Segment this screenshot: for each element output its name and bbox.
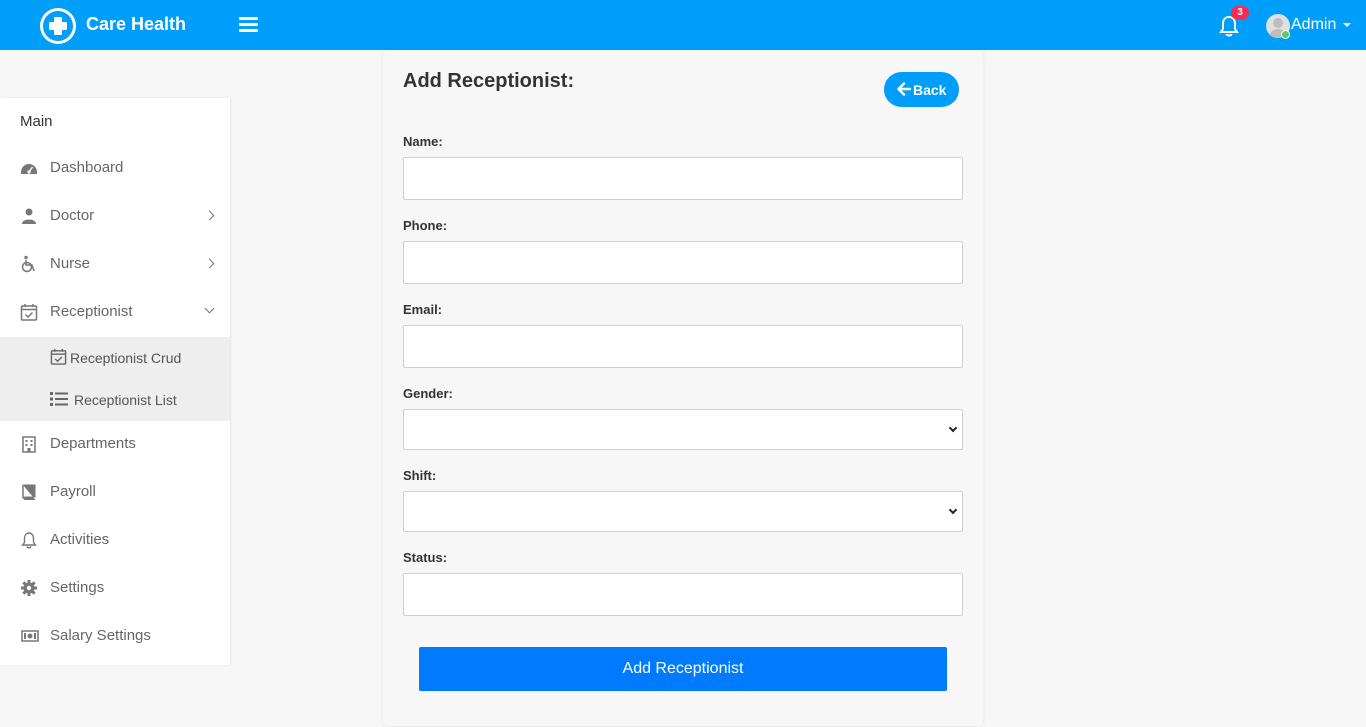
doctor-icon bbox=[22, 208, 36, 224]
sidebar-item-label: Payroll bbox=[50, 483, 96, 500]
chevron-right-icon bbox=[204, 210, 215, 221]
shift-select[interactable] bbox=[403, 491, 963, 532]
chevron-down-icon bbox=[948, 505, 958, 515]
name-input[interactable] bbox=[403, 157, 963, 200]
receptionist-submenu: Receptionist Crud Receptionist List bbox=[0, 337, 230, 421]
sidebar-item-label: Doctor bbox=[50, 207, 95, 224]
sidebar-item-departments[interactable]: Departments bbox=[0, 420, 230, 468]
logo-icon[interactable] bbox=[40, 8, 76, 44]
wheelchair-icon bbox=[21, 255, 35, 273]
chevron-down-icon bbox=[204, 303, 215, 314]
sidebar-menu-title: Main bbox=[20, 113, 53, 130]
email-input[interactable] bbox=[403, 325, 963, 368]
bell-icon bbox=[21, 532, 37, 549]
submenu-item-receptionist-list[interactable]: Receptionist List bbox=[0, 379, 230, 421]
notification-badge: 3 bbox=[1231, 6, 1249, 20]
sidebar-item-label: Dashboard bbox=[50, 159, 124, 176]
email-label: Email: bbox=[403, 302, 443, 317]
sidebar-item-label: Departments bbox=[50, 435, 136, 452]
sidebar-item-label: Activities bbox=[50, 531, 110, 548]
online-status-icon bbox=[1281, 30, 1290, 39]
shift-label: Shift: bbox=[403, 468, 437, 483]
menu-toggle-icon[interactable] bbox=[239, 16, 258, 34]
phone-input[interactable] bbox=[403, 241, 963, 284]
user-name: Admin bbox=[1291, 16, 1337, 33]
sidebar-item-receptionist[interactable]: Receptionist bbox=[0, 288, 230, 336]
brand-name[interactable]: Care Health bbox=[86, 14, 186, 35]
phone-label: Phone: bbox=[403, 218, 448, 233]
back-button[interactable]: Back bbox=[884, 72, 959, 107]
calendar-check-icon bbox=[20, 304, 38, 321]
back-button-label: Back bbox=[913, 82, 947, 98]
gender-select[interactable] bbox=[403, 409, 963, 450]
arrow-left-icon bbox=[897, 82, 911, 96]
top-header: Care Health 3 Admin bbox=[0, 0, 1366, 50]
caret-down-icon bbox=[1343, 23, 1351, 27]
status-label: Status: bbox=[403, 550, 448, 565]
sidebar-item-dashboard[interactable]: Dashboard bbox=[0, 144, 230, 192]
sidebar-item-activities[interactable]: Activities bbox=[0, 516, 230, 564]
submenu-item-label: Receptionist Crud bbox=[70, 350, 182, 366]
sidebar-item-label: Salary Settings bbox=[50, 627, 151, 644]
sidebar-item-doctor[interactable]: Doctor bbox=[0, 192, 230, 240]
gear-icon bbox=[21, 580, 37, 596]
sidebar-item-label: Settings bbox=[50, 579, 105, 596]
sidebar: Main Dashboard Doctor Nurse Receptionist… bbox=[0, 98, 230, 665]
user-menu[interactable]: Admin bbox=[1266, 12, 1356, 40]
list-icon bbox=[50, 392, 68, 406]
money-bill-icon bbox=[21, 630, 39, 642]
page-title: Add Receptionist: bbox=[403, 70, 575, 92]
sidebar-item-nurse[interactable]: Nurse bbox=[0, 240, 230, 288]
submenu-item-label: Receptionist List bbox=[74, 392, 177, 408]
add-receptionist-button[interactable]: Add Receptionist bbox=[419, 647, 947, 691]
dashboard-icon bbox=[21, 164, 37, 174]
hospital-icon bbox=[22, 436, 36, 453]
book-icon bbox=[22, 484, 36, 500]
sidebar-item-settings[interactable]: Settings bbox=[0, 564, 230, 612]
chevron-right-icon bbox=[204, 258, 215, 269]
add-receptionist-card: Add Receptionist: Back Name: Phone: Emai… bbox=[383, 50, 983, 726]
gender-label: Gender: bbox=[403, 386, 453, 401]
sidebar-item-salary-settings[interactable]: Salary Settings bbox=[0, 612, 230, 660]
sidebar-item-label: Receptionist bbox=[50, 303, 133, 320]
status-input[interactable] bbox=[403, 573, 963, 616]
submenu-item-receptionist-crud[interactable]: Receptionist Crud bbox=[0, 337, 230, 379]
calendar-check-icon bbox=[50, 348, 67, 365]
chevron-down-icon bbox=[948, 423, 958, 433]
sidebar-item-label: Nurse bbox=[50, 255, 91, 272]
sidebar-item-payroll[interactable]: Payroll bbox=[0, 468, 230, 516]
name-label: Name: bbox=[403, 134, 443, 149]
